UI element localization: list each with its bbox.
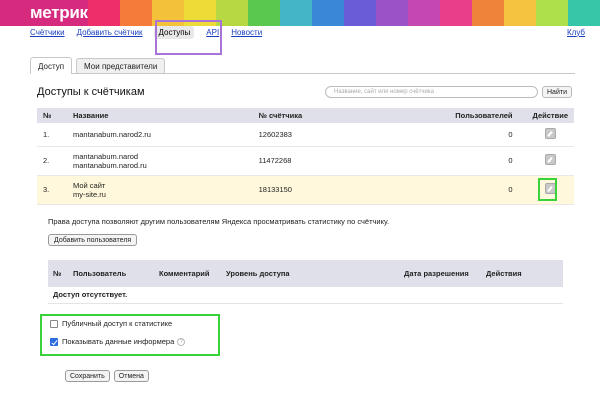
highlight-access-nav: [155, 20, 222, 55]
pcol-user: Пользователь: [68, 260, 154, 287]
nav-add-counter[interactable]: Добавить счётчик: [77, 28, 143, 37]
highlight-edit-button: [538, 178, 557, 201]
row-users: 0: [367, 146, 527, 176]
pcol-actions: Действия: [481, 260, 563, 287]
row-site-alt: my-site.ru: [73, 189, 106, 199]
row-counter-id: 11472268: [252, 146, 368, 176]
permissions-header-row: № Пользователь Комментарий Уровень досту…: [48, 260, 563, 287]
row-number: 1.: [37, 123, 67, 147]
row-users: 0: [367, 175, 527, 205]
col-users: Пользователей: [367, 108, 527, 123]
row-site: mantanabum.narod2.ru: [73, 129, 151, 139]
nav-club[interactable]: Клуб: [567, 28, 585, 37]
row-site: mantanabum.narod: [73, 151, 139, 161]
permissions-table: № Пользователь Комментарий Уровень досту…: [48, 260, 563, 304]
row-number: 3.: [37, 175, 67, 205]
edit-icon[interactable]: [544, 127, 556, 139]
section-title: Доступы к счётчикам: [37, 86, 145, 98]
row-counter-id: 18133150: [252, 175, 368, 205]
pcol-date: Дата разрешения: [399, 260, 481, 287]
row-name: Мой сайт my-site.ru: [67, 175, 253, 205]
form-buttons: Сохранить Отмена: [65, 370, 153, 382]
row-site: Мой сайт: [73, 180, 106, 190]
tab-access[interactable]: Доступ: [30, 57, 73, 74]
show-informer-option[interactable]: Показывать данные информера ?: [50, 337, 186, 346]
row-name: mantanabum.narod2.ru: [67, 123, 253, 147]
col-number: №: [37, 108, 67, 123]
table-row: 2. mantanabum.narod mantanabum.narod.ru …: [37, 146, 574, 176]
main-nav: Счётчики Добавить счётчик Доступы API Но…: [30, 23, 585, 41]
row-number: 2.: [37, 146, 67, 176]
pcol-access-level: Уровень доступа: [221, 260, 399, 287]
table-row: Доступ отсутствует.: [48, 287, 563, 304]
counters-table: № Название № счётчика Пользователей Дейс…: [37, 108, 574, 205]
show-informer-checkbox[interactable]: [50, 337, 58, 346]
tab-my-representatives[interactable]: Мои представители: [76, 58, 166, 73]
pcol-number: №: [48, 260, 68, 287]
show-informer-label: Показывать данные информера: [62, 337, 175, 346]
edit-icon[interactable]: [544, 154, 556, 165]
nav-news[interactable]: Новости: [231, 28, 262, 37]
table-row: 3. Мой сайт my-site.ru 18133150 0: [37, 175, 574, 205]
row-counter-id: 12602383: [252, 123, 368, 147]
add-user-button[interactable]: Добавить пользователя: [48, 234, 138, 246]
counters-header-row: № Название № счётчика Пользователей Дейс…: [37, 108, 574, 123]
help-text: Права доступа позволяют другим пользоват…: [48, 217, 390, 226]
nav-counters[interactable]: Счётчики: [30, 28, 65, 37]
logo[interactable]: метрика: [30, 3, 97, 22]
search-input[interactable]: Название, сайт или номер счётчика: [325, 86, 538, 98]
cancel-button[interactable]: Отмена: [113, 370, 149, 382]
row-users: 0: [367, 123, 527, 147]
public-access-checkbox[interactable]: [50, 319, 58, 328]
row-site-alt: mantanabum.narod.ru: [73, 160, 147, 170]
row-action: [526, 123, 574, 147]
permissions-empty: Доступ отсутствует.: [48, 287, 563, 304]
table-row: 1. mantanabum.narod2.ru 12602383 0: [37, 123, 574, 147]
col-action: Действие: [526, 108, 574, 123]
row-name: mantanabum.narod mantanabum.narod.ru: [67, 146, 253, 176]
public-access-label: Публичный доступ к статистике: [62, 319, 173, 328]
find-button[interactable]: Найти: [542, 86, 572, 98]
tabs: Доступ Мои представители: [30, 57, 575, 74]
public-access-option[interactable]: Публичный доступ к статистике: [50, 319, 172, 328]
save-button[interactable]: Сохранить: [65, 370, 110, 382]
help-icon[interactable]: ?: [177, 337, 186, 346]
col-counter-id: № счётчика: [252, 108, 368, 123]
col-name: Название: [67, 108, 253, 123]
row-action: [526, 146, 574, 176]
pcol-comment: Комментарий: [154, 260, 221, 287]
